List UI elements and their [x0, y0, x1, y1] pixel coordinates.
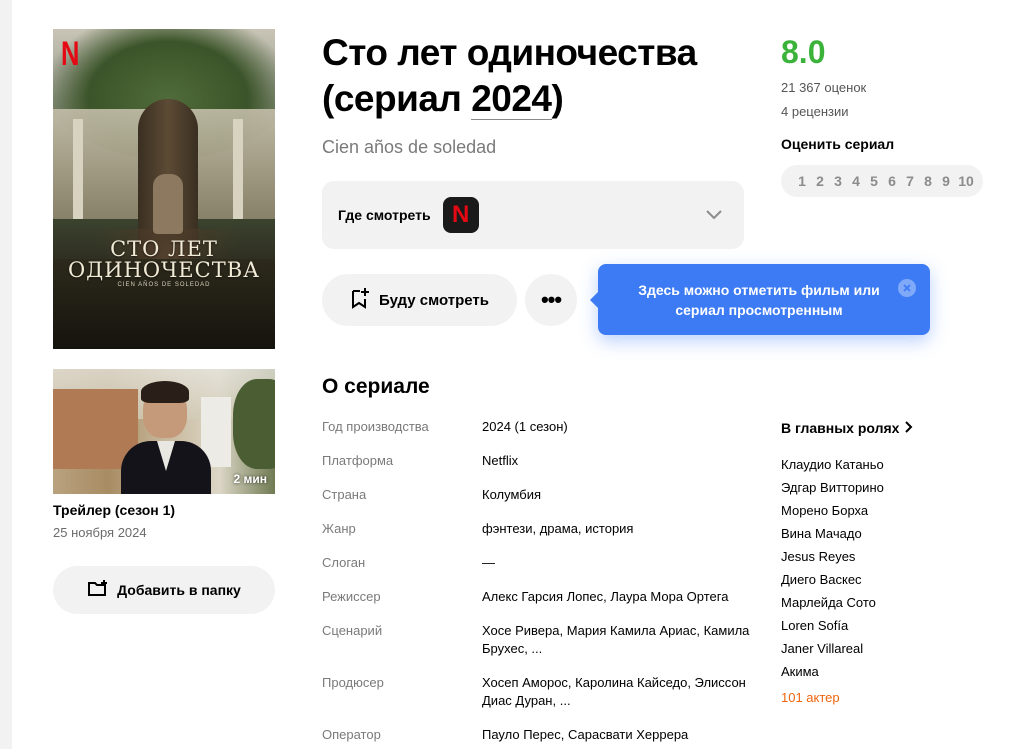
info-row-genre: Жанр фэнтези, драма, история: [322, 520, 762, 538]
cast-item[interactable]: Диего Васкес: [781, 568, 884, 591]
where-to-watch-dropdown[interactable]: Где смотреть N: [322, 181, 744, 249]
rating-votes: 21 367 оценок: [781, 80, 867, 95]
info-key: Жанр: [322, 521, 356, 536]
rate-option-2[interactable]: 2: [811, 173, 829, 189]
info-key: Слоган: [322, 555, 366, 570]
cast-item[interactable]: Вина Мачадо: [781, 522, 884, 545]
info-row-operator: Оператор Пауло Перес, Сарасвати Херрера: [322, 726, 762, 744]
info-key: Год производства: [322, 419, 429, 434]
cast-more-link[interactable]: 101 актер: [781, 690, 840, 705]
rate-option-5[interactable]: 5: [865, 173, 883, 189]
title-main: Сто лет одиночества: [322, 32, 697, 73]
poster-image[interactable]: N СТО ЛЕТ ОДИНОЧЕСТВА CIEN AÑOS DE SOLED…: [53, 29, 275, 349]
watched-hint-tooltip: Здесь можно отметить фильм или сериал пр…: [590, 264, 930, 335]
close-icon[interactable]: [898, 279, 916, 297]
tooltip-text: Здесь можно отметить фильм или сериал пр…: [638, 282, 880, 318]
info-value[interactable]: Пауло Перес, Сарасвати Херрера: [482, 726, 752, 744]
page-title: Сто лет одиночества (сериал 2024): [322, 30, 762, 122]
watch-later-label: Буду смотреть: [378, 291, 490, 309]
folder-add-icon: [87, 579, 109, 602]
poster-title-line1: СТО ЛЕТ: [110, 237, 218, 261]
poster-figure: [153, 174, 183, 234]
info-value[interactable]: Netflix: [482, 452, 752, 470]
about-info-table: Год производства 2024 (1 сезон) Платформ…: [322, 418, 762, 749]
rating-score: 8.0: [781, 34, 826, 70]
info-row-platform: Платформа Netflix: [322, 452, 762, 470]
poster-column: [73, 119, 83, 219]
where-to-watch-label: Где смотреть: [338, 207, 431, 223]
info-row-country: Страна Колумбия: [322, 486, 762, 504]
cast-item[interactable]: Акима: [781, 660, 884, 683]
trailer-duration: 2 мин: [233, 472, 267, 486]
about-heading: О сериале: [322, 375, 430, 398]
info-value[interactable]: Хосе Ривера, Мария Камила Ариас, Камила …: [482, 622, 752, 658]
netflix-platform-icon[interactable]: N: [442, 197, 479, 233]
trailer-thumbnail[interactable]: 2 мин: [53, 369, 275, 494]
netflix-logo-icon: N: [61, 35, 80, 73]
rate-option-6[interactable]: 6: [883, 173, 901, 189]
tooltip-arrow: [590, 292, 598, 308]
info-row-screenplay: Сценарий Хосе Ривера, Мария Камила Ариас…: [322, 622, 762, 658]
cast-item[interactable]: Клаудио Катаньо: [781, 453, 884, 476]
info-value[interactable]: 2024 (1 сезон): [482, 418, 752, 436]
info-value[interactable]: Алекс Гарсия Лопес, Лаура Мора Ортега: [482, 588, 752, 606]
info-key: Страна: [322, 487, 367, 502]
cast-item[interactable]: Jesus Reyes: [781, 545, 884, 568]
add-to-folder-label: Добавить в папку: [117, 582, 241, 598]
info-key: Продюсер: [322, 675, 384, 690]
cast-heading-link[interactable]: В главных ролях: [781, 420, 913, 436]
info-key: Платформа: [322, 453, 394, 468]
cast-item[interactable]: Эдгар Витторино: [781, 476, 884, 499]
info-row-producer: Продюсер Хосеп Аморос, Каролина Кайседо,…: [322, 674, 762, 710]
trailer-date: 25 ноября 2024: [53, 525, 147, 540]
more-options-button[interactable]: •••: [525, 274, 577, 326]
info-value: —: [482, 555, 495, 570]
poster-title-line2: ОДИНОЧЕСТВА: [67, 258, 261, 282]
original-title: Cien años de soledad: [322, 137, 497, 157]
title-suffix: ): [551, 78, 564, 119]
poster-column: [233, 119, 243, 219]
add-to-folder-button[interactable]: Добавить в папку: [53, 566, 275, 614]
rate-option-4[interactable]: 4: [847, 173, 865, 189]
info-value[interactable]: Колумбия: [482, 486, 752, 504]
cast-item[interactable]: Janer Villareal: [781, 637, 884, 660]
info-row-director: Режиссер Алекс Гарсия Лопес, Лаура Мора …: [322, 588, 762, 606]
rate-option-7[interactable]: 7: [901, 173, 919, 189]
film-page: N СТО ЛЕТ ОДИНОЧЕСТВА CIEN AÑOS DE SOLED…: [0, 0, 1020, 749]
rate-heading: Оценить сериал: [781, 136, 895, 152]
poster-subtitle: CIEN AÑOS DE SOLEDAD: [117, 282, 211, 288]
poster-title: СТО ЛЕТ ОДИНОЧЕСТВА: [53, 239, 275, 281]
chevron-down-icon: [706, 207, 722, 225]
reviews-count[interactable]: 4 рецензии: [781, 104, 849, 119]
cast-list: Клаудио Катаньо Эдгар Витторино Морено Б…: [781, 453, 884, 683]
cast-item[interactable]: Loren Sofía: [781, 614, 884, 637]
info-key: Сценарий: [322, 623, 383, 638]
left-gutter: [0, 0, 12, 749]
rate-option-10[interactable]: 10: [955, 173, 977, 189]
title-year-link[interactable]: 2024: [471, 78, 552, 120]
info-key: Оператор: [322, 727, 381, 742]
rating-scale: 1 2 3 4 5 6 7 8 9 10: [781, 165, 983, 197]
watch-later-button[interactable]: Буду смотреть: [322, 274, 517, 326]
info-value[interactable]: фэнтези, драма, история: [482, 520, 752, 538]
trailer-title[interactable]: Трейлер (сезон 1): [53, 502, 175, 518]
cast-heading-label: В главных ролях: [781, 420, 900, 436]
rate-option-8[interactable]: 8: [919, 173, 937, 189]
trailer-tree: [233, 379, 275, 469]
rate-option-1[interactable]: 1: [793, 173, 811, 189]
rate-option-3[interactable]: 3: [829, 173, 847, 189]
title-prefix: (сериал: [322, 78, 472, 119]
info-value[interactable]: Хосеп Аморос, Каролина Кайседо, Элиссон …: [482, 674, 752, 710]
info-row-year: Год производства 2024 (1 сезон): [322, 418, 762, 436]
chevron-right-icon: [905, 420, 913, 436]
cast-item[interactable]: Морено Борха: [781, 499, 884, 522]
rate-option-9[interactable]: 9: [937, 173, 955, 189]
info-row-slogan: Слоган —: [322, 554, 762, 572]
bookmark-add-icon: [350, 287, 370, 313]
info-key: Режиссер: [322, 589, 381, 604]
cast-item[interactable]: Марлейда Сото: [781, 591, 884, 614]
trailer-person-hair: [141, 381, 189, 403]
